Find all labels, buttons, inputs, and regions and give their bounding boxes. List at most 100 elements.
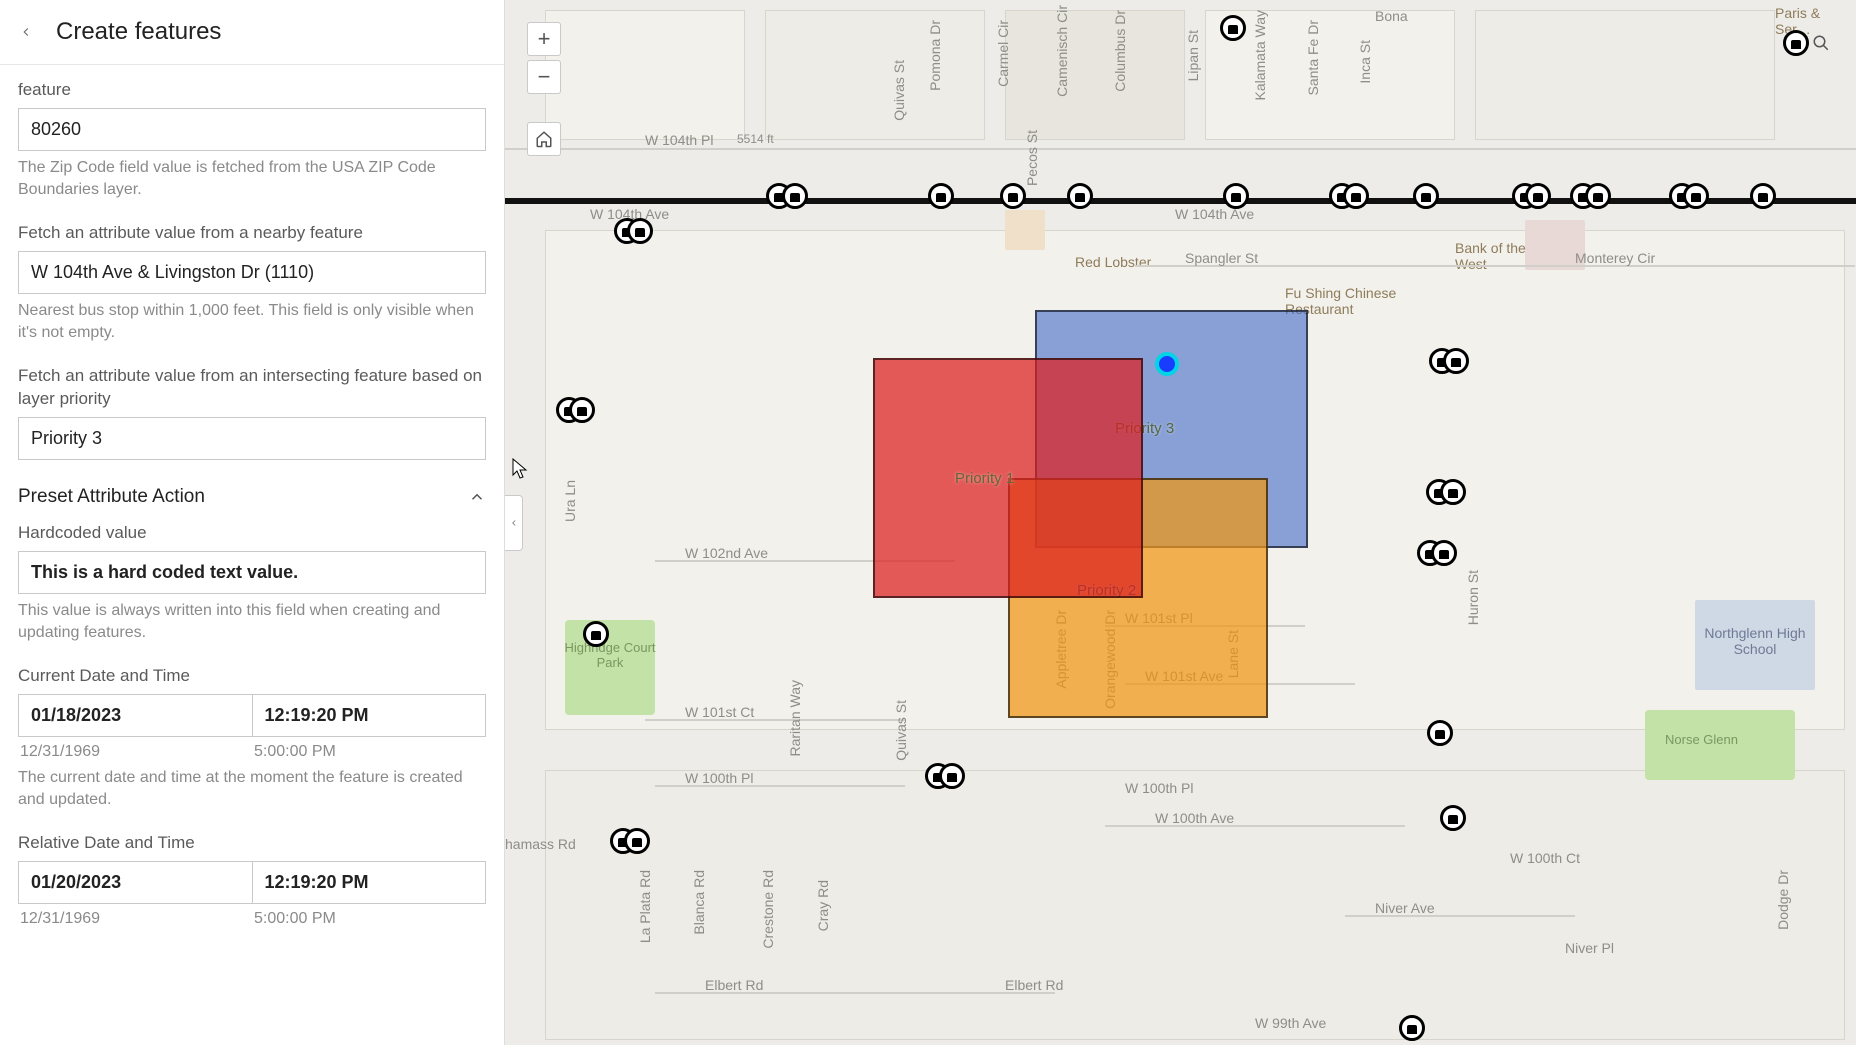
poi-label: Bank of the West [1455,240,1535,272]
field-label: Hardcoded value [18,522,486,545]
bus-stop-icon[interactable] [1000,183,1026,209]
bus-stop-icon[interactable] [1399,1015,1425,1041]
road-label: Niver Pl [1565,940,1614,956]
zoom-out-button[interactable]: − [527,60,561,94]
scale-label: 5514 ft [737,132,774,146]
bus-stop-icon[interactable] [583,621,609,647]
current-location-icon [1155,352,1179,376]
bus-stop-icon[interactable] [1750,183,1776,209]
field-zip: feature The Zip Code field value is fetc… [18,79,486,200]
search-button[interactable] [1804,26,1838,60]
relative-date-default: 12/31/1969 [18,910,252,928]
road-label: Dodge Dr [1775,870,1791,930]
road-label: Niver Ave [1375,900,1435,916]
back-button[interactable] [14,20,38,44]
poi-label: Northglenn High School [1690,625,1820,657]
road-label: Pecos St [1024,130,1040,186]
bus-stop-icon[interactable] [569,397,595,423]
section-header-preset[interactable]: Preset Attribute Action [18,486,486,508]
road-label: W 104th Ave [1175,206,1254,222]
field-label: feature [18,79,486,102]
road-label: Bona [1375,8,1408,24]
bus-stop-icon[interactable] [627,218,653,244]
relative-date-input[interactable] [18,861,252,904]
road-label: Quivas St [893,700,909,761]
road-label: Huron St [1465,570,1481,625]
road-label: W 100th Pl [685,770,753,786]
field-label: Fetch an attribute value from a nearby f… [18,222,486,245]
bus-stop-icon[interactable] [1440,479,1466,505]
road-label: W 101st Ct [685,704,754,720]
bus-stop-icon[interactable] [624,828,650,854]
bus-stop-icon[interactable] [1585,183,1611,209]
road-label: Columbus Dr [1112,10,1128,92]
hardcoded-input[interactable] [18,551,486,594]
bus-stop-icon[interactable] [939,763,965,789]
road-label: W 100th Pl [1125,780,1193,796]
bus-stop-icon[interactable] [1067,183,1093,209]
bus-stop-icon[interactable] [1413,183,1439,209]
road-label: Lipan St [1185,30,1201,81]
road-label: W 104th Pl [645,132,713,148]
road-label: Kalamata Way [1252,10,1268,101]
field-label: Relative Date and Time [18,832,486,855]
road-label: hamass Rd [505,836,576,852]
park-label: Highridge Court Park [560,640,660,670]
cursor-icon [512,458,528,480]
road-label: W 102nd Ave [685,545,768,561]
field-relative-dt: Relative Date and Time 12/31/1969 5:00:0… [18,832,486,928]
road-label: Pomona Dr [927,20,943,91]
field-label: Current Date and Time [18,665,486,688]
zoom-in-button[interactable]: + [527,22,561,56]
relative-time-default: 5:00:00 PM [252,910,486,928]
intersect-input[interactable] [18,417,486,460]
road-label: Raritan Way [787,680,803,757]
bus-stop-icon[interactable] [1220,15,1246,41]
bus-stop-icon[interactable] [1223,183,1249,209]
bus-stop-icon[interactable] [1343,183,1369,209]
field-help: Nearest bus stop within 1,000 feet. This… [18,300,486,343]
road-label: W 100th Ct [1510,850,1580,866]
relative-time-input[interactable] [252,861,487,904]
road-label: Camenisch Cir [1054,5,1070,97]
panel-collapse-handle[interactable] [505,495,523,551]
nearby-input[interactable] [18,251,486,294]
bus-stop-icon[interactable] [1440,805,1466,831]
field-help: This value is always written into this f… [18,600,486,643]
current-time-default: 5:00:00 PM [252,743,486,761]
field-hardcoded: Hardcoded value This value is always wri… [18,522,486,643]
chevron-up-icon [468,488,486,506]
poly-label: Priority 1 [955,470,1014,487]
current-date-input[interactable] [18,694,252,737]
bus-stop-icon[interactable] [1427,720,1453,746]
bus-stop-icon[interactable] [928,183,954,209]
bus-stop-icon[interactable] [1443,348,1469,374]
road-label: La Plata Rd [637,870,653,943]
map-canvas[interactable]: Highridge Court Park Norse Glenn Northgl… [505,0,1856,1045]
road-label: Spangler St [1185,250,1258,266]
poi-label: Fu Shing Chinese Restaurant [1285,285,1445,317]
bus-stop-icon[interactable] [1431,540,1457,566]
road-label: Ura Ln [562,480,578,522]
panel-title: Create features [56,18,221,46]
park-label: Norse Glenn [1665,732,1738,747]
bus-stop-icon[interactable] [1683,183,1709,209]
road-label: Elbert Rd [1005,977,1063,993]
zip-input[interactable] [18,108,486,151]
road-label: W 100th Ave [1155,810,1234,826]
field-label: Fetch an attribute value from an interse… [18,365,486,411]
field-help: The Zip Code field value is fetched from… [18,157,486,200]
home-button[interactable] [527,122,561,156]
road-label: Cray Rd [815,880,831,931]
current-time-input[interactable] [252,694,487,737]
panel-body[interactable]: feature The Zip Code field value is fetc… [0,65,504,1045]
road-label: Blanca Rd [691,870,707,935]
road-label: W 99th Ave [1255,1015,1326,1031]
bus-stop-icon[interactable] [782,183,808,209]
road-label: Carmel Cir [995,20,1011,87]
poi-label: Red Lobster [1075,254,1151,270]
road-label: Monterey Cir [1575,250,1655,266]
road-label: Quivas St [891,60,907,121]
bus-stop-icon[interactable] [1525,183,1551,209]
field-help: The current date and time at the moment … [18,767,486,810]
